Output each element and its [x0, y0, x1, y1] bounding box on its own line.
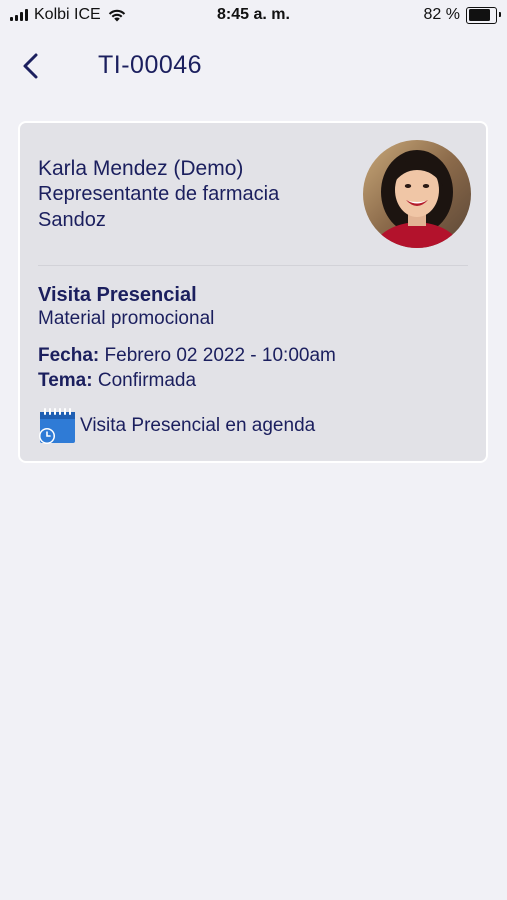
- status-bar: Kolbi ICE 8:45 a. m. 82 %: [0, 0, 507, 30]
- avatar-photo: [363, 140, 471, 248]
- agenda-text: Visita Presencial en agenda: [80, 415, 316, 436]
- battery-tip: [499, 11, 501, 17]
- battery-icon: [466, 6, 501, 24]
- battery-level: [468, 9, 490, 21]
- visit-card[interactable]: Karla Mendez (Demo) Representante de far…: [18, 121, 488, 463]
- date-row: Fecha: Febrero 02 2022 - 10:00am: [38, 345, 336, 367]
- date-label: Fecha:: [38, 345, 100, 366]
- topic-label: Tema:: [38, 370, 93, 391]
- page-title: TI-00046: [98, 51, 203, 79]
- visit-subtitle: Material promocional: [38, 308, 215, 329]
- date-value: Febrero 02 2022 - 10:00am: [104, 345, 336, 366]
- calendar-clock-icon: [39, 408, 75, 444]
- agenda-row[interactable]: Visita Presencial en agenda: [38, 407, 315, 445]
- chevron-left-icon: [23, 53, 38, 79]
- person-role: Representante de farmacia: [38, 183, 280, 205]
- visit-type: Visita Presencial: [38, 284, 197, 306]
- topic-row: Tema: Confirmada: [38, 370, 196, 392]
- person-company: Sandoz: [38, 209, 106, 231]
- back-button[interactable]: [18, 50, 46, 82]
- status-right: 82 %: [423, 6, 501, 24]
- battery-percent: 82 %: [423, 6, 460, 23]
- person-name: Karla Mendez (Demo): [38, 157, 244, 180]
- avatar: [363, 140, 471, 248]
- topic-value: Confirmada: [97, 370, 197, 391]
- divider: [38, 265, 468, 266]
